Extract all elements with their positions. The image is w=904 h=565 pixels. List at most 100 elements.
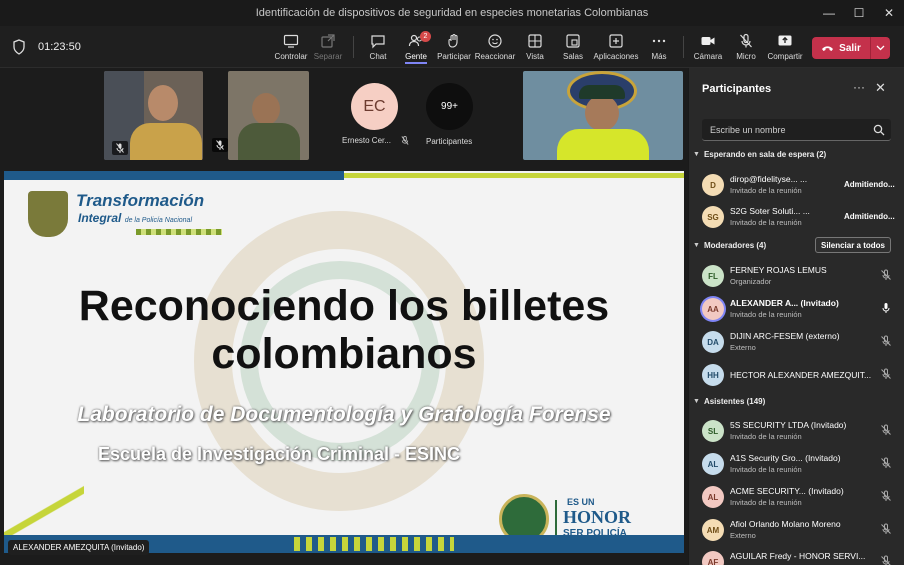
participant-name: FERNEY ROJAS LEMUS [730,265,827,275]
waiting-row[interactable]: D dirop@fidelityse... ... Invitado de la… [702,172,897,202]
shield-icon [13,39,25,55]
section-moderators-header[interactable]: ▼ Moderadores (4) [693,241,766,250]
window-controls: — ☐ ✕ [814,0,904,26]
mic-on-icon [882,303,890,313]
participant-role: Invitado de la reunión [730,186,802,195]
participant-name: DIJIN ARC-FESEM (externo) [730,331,840,341]
more-participants-label: Participantes [426,137,473,146]
logo-line2b: de la Policía Nacional [124,217,193,224]
window-title: Identificación de dispositivos de seguri… [255,7,649,19]
meeting-toolbar: 01:23:50 Controlar Separar Chat 2 Gente … [0,26,904,68]
maximize-button[interactable]: ☐ [844,0,874,26]
attendee-row[interactable]: AL A1S Security Gro... (Invitado) Invita… [702,451,897,481]
moderator-row[interactable]: DA DIJIN ARC-FESEM (externo) Externo [702,329,897,359]
aplicaciones-button[interactable]: Aplicaciones [594,30,638,66]
gente-button[interactable]: 2 Gente [400,30,432,66]
participant-role: Externo [730,343,756,352]
avatar: AL [702,453,724,475]
participant-search-input[interactable] [702,119,862,141]
participant-name: Ernesto Cer... [342,136,391,145]
section-waiting-label: Esperando en sala de espera (2) [703,150,827,159]
waiting-row[interactable]: SG S2G Soter Soluti... ... Invitado de l… [702,204,897,234]
camara-button[interactable]: Cámara [692,30,724,66]
logo-checker-bar [136,229,222,235]
section-waiting-header[interactable]: ▼ Esperando en sala de espera (2) [693,150,826,159]
avatar: DA [702,331,724,353]
mic-off-icon [881,490,891,501]
slide-footer-checker [294,537,454,551]
salas-button[interactable]: Salas [557,30,589,66]
search-icon[interactable] [873,124,885,136]
logo-line2a: Integral [78,211,122,225]
section-attendees-header[interactable]: ▼ Asistentes (149) [693,397,765,406]
attendee-row[interactable]: AL ACME SECURITY... (Invitado) Invitado … [702,484,897,514]
moderator-row[interactable]: HH HECTOR ALEXANDER AMEZQUIT... [702,362,897,392]
mic-off-icon [881,555,891,565]
participant-name: Afiol Orlando Molano Moreno [730,519,841,529]
aplicaciones-label: Aplicaciones [593,52,639,61]
grid-view-icon [528,34,542,48]
panel-close-icon[interactable]: ✕ [875,80,886,96]
moderator-row[interactable]: FL FERNEY ROJAS LEMUS Organizador [702,263,897,293]
participant-tile-name: Ernesto Cer... [342,136,409,146]
mic-off-icon [881,523,891,534]
admitting-status[interactable]: Admitiendo... [844,212,895,221]
attendee-row[interactable]: AM Afiol Orlando Molano Moreno Externo [702,517,897,547]
honor-divider [555,500,557,540]
video-tile-participant-3[interactable] [523,71,683,160]
panel-title: Participantes [702,83,772,95]
mute-all-button[interactable]: Silenciar a todos [815,237,891,253]
video-tile-participant-1[interactable] [104,71,203,160]
more-participants-button[interactable]: 99+ [426,83,473,130]
participant-face [148,85,178,121]
attendee-row[interactable]: AF AGUILAR Fredy - HONOR SERVI... [702,549,897,565]
moderator-row[interactable]: AA ALEXANDER A... (Invitado) Invitado de… [702,296,897,326]
avatar: AM [702,519,724,541]
more-icon [652,39,666,43]
logo-line1: Transformación [76,191,205,210]
separar-button[interactable]: Separar [312,30,344,66]
participar-button[interactable]: Participar [436,30,472,66]
participant-avatar[interactable]: EC [351,83,398,130]
controlar-button[interactable]: Controlar [274,30,308,66]
participant-search [702,119,891,141]
micro-label: Micro [736,52,756,61]
participar-label: Participar [437,52,471,61]
participant-uniform [238,123,300,160]
mic-off-icon [881,269,891,280]
divider [683,36,684,58]
mic-off-icon [881,368,891,379]
compartir-button[interactable]: Compartir [766,30,804,66]
minimize-button[interactable]: — [814,0,844,26]
share-screen-icon [778,35,792,46]
camara-label: Cámara [693,52,723,61]
video-tile-participant-2[interactable] [228,71,309,160]
chevron-down-icon: ▼ [693,151,700,158]
participant-role: Invitado de la reunión [730,432,802,441]
chat-button[interactable]: Chat [362,30,394,66]
leave-options-button[interactable] [870,37,890,59]
admitting-status[interactable]: Admitiendo... [844,180,895,189]
popout-icon [321,34,335,48]
slide-title-line1: Reconociendo los billetes [78,282,610,330]
gente-badge: 2 [420,31,431,42]
vista-button[interactable]: Vista [519,30,551,66]
gente-label: Gente [405,52,427,64]
micro-button[interactable]: Micro [731,30,761,66]
participant-name: ACME SECURITY... (Invitado) [730,486,844,496]
title-bar: Identificación de dispositivos de seguri… [0,0,904,26]
reaccionar-button[interactable]: Reaccionar [475,30,515,66]
divider [353,36,354,58]
leave-button[interactable]: Salir [812,37,870,59]
participant-name: ALEXANDER A... (Invitado) [730,298,839,308]
camera-icon [701,37,715,45]
participants-panel: Participantes ··· ✕ ▼ Esperando en sala … [688,68,904,565]
separar-label: Separar [313,52,343,61]
panel-more-options-icon[interactable]: ··· [853,80,865,94]
attendee-row[interactable]: SL 5S SECURITY LTDA (Invitado) Invitado … [702,418,897,448]
mas-button[interactable]: Más [644,30,674,66]
presenter-name-tag: ALEXANDER AMEZQUITA (Invitado) [8,540,150,555]
section-moderators-label: Moderadores (4) [703,241,767,250]
close-window-button[interactable]: ✕ [874,0,904,26]
participant-vest [557,129,649,160]
